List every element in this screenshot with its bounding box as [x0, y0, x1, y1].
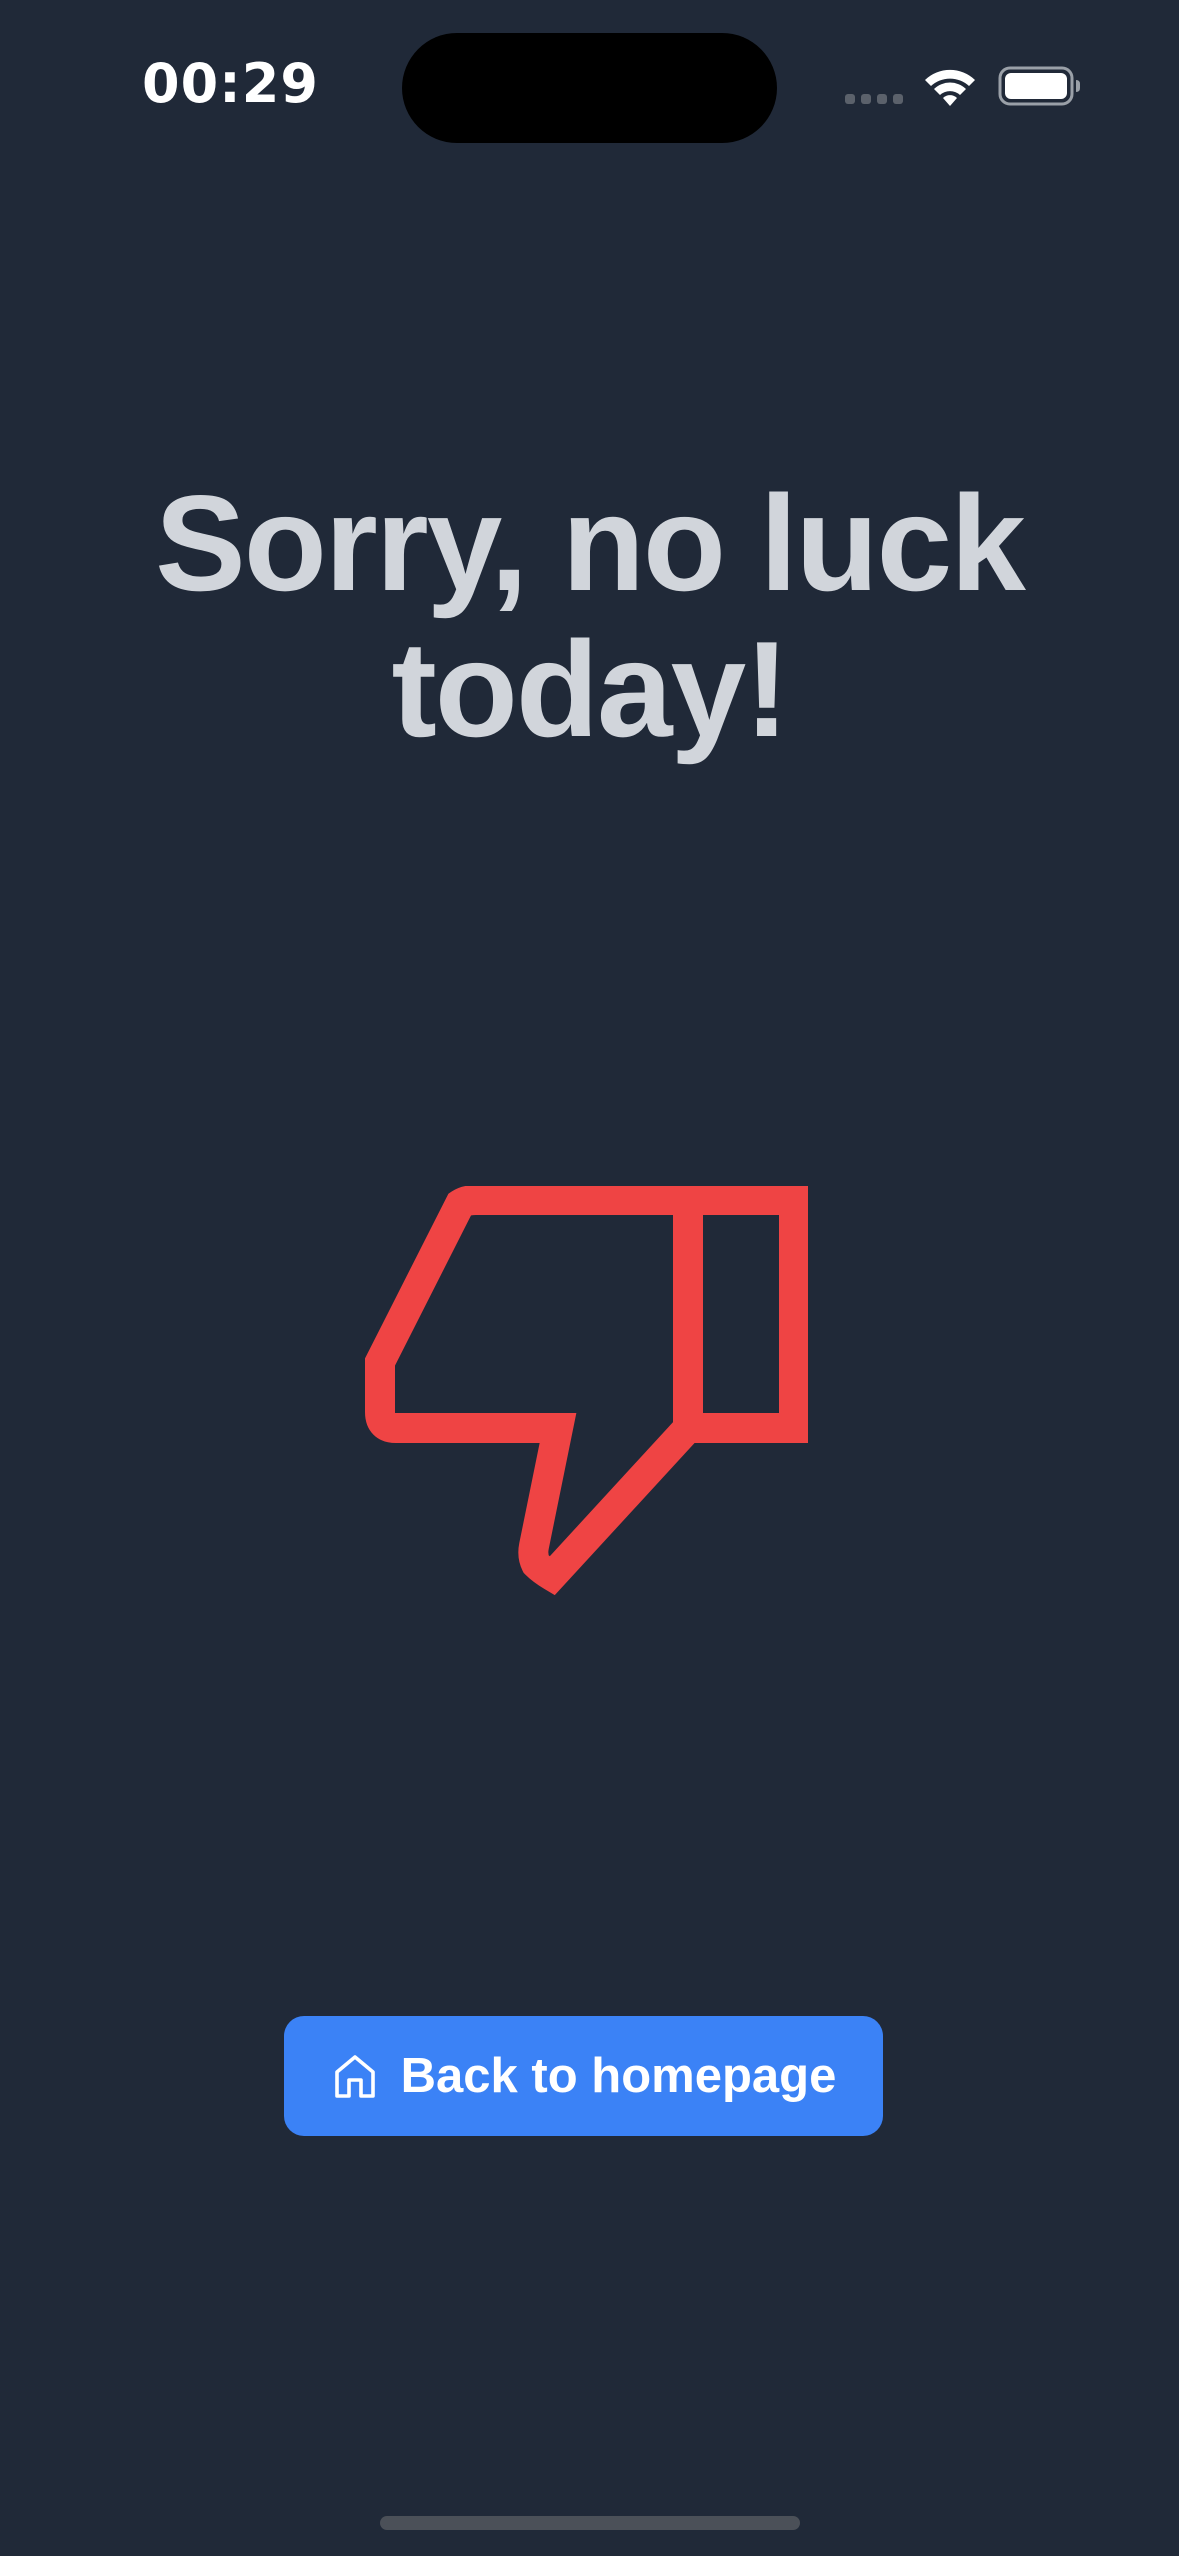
- back-to-homepage-label: Back to homepage: [400, 2049, 837, 2103]
- signal-dots-icon: [845, 94, 905, 104]
- thumbs-down-icon: [365, 1186, 808, 1596]
- back-to-homepage-button[interactable]: Back to homepage: [284, 2016, 883, 2136]
- home-indicator[interactable]: [380, 2516, 800, 2530]
- dynamic-island: [402, 33, 777, 143]
- wifi-icon: [925, 69, 975, 106]
- home-icon: [334, 2055, 375, 2098]
- status-time: 00:29: [142, 52, 319, 115]
- page-title: Sorry, no luck today!: [155, 467, 1026, 765]
- battery-icon: [998, 66, 1080, 106]
